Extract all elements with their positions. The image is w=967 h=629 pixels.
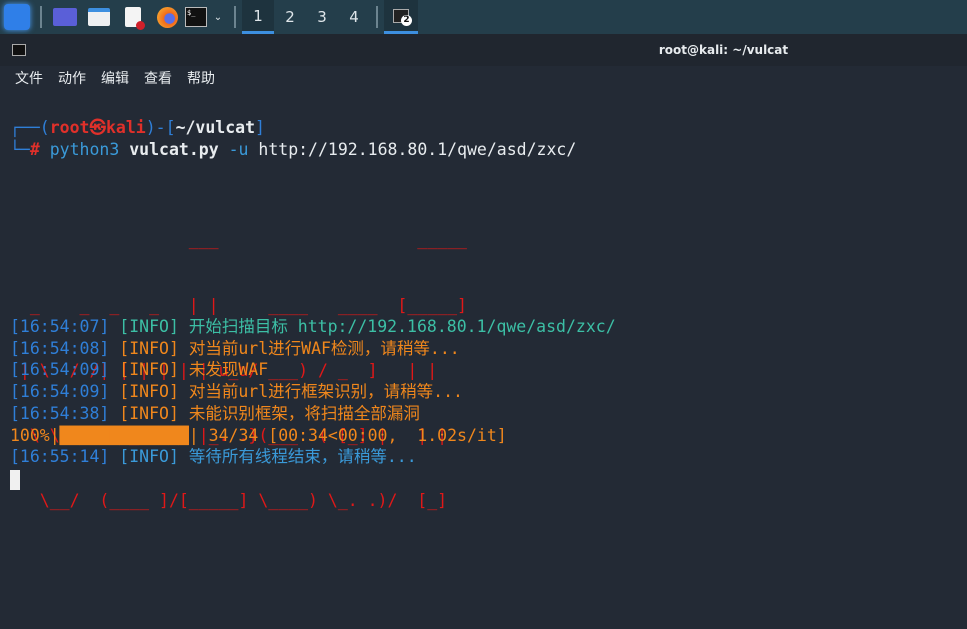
log-line: [16:54:08] [INFO] 对当前url进行WAF检测，请稍等... [10, 338, 460, 360]
log-message: 对当前url进行WAF检测，请稍等... [188, 338, 460, 358]
command: python3 [49, 140, 120, 159]
ascii-row: ___ _____ [10, 230, 467, 250]
workspace-4[interactable]: 4 [338, 0, 370, 34]
kali-menu-button[interactable] [0, 0, 34, 34]
text-editor-icon [125, 7, 145, 30]
prompt-dir: ~/vulcat [175, 118, 256, 137]
log-time: [16:54:09] [10, 382, 110, 402]
terminal-icon: $_ [185, 7, 207, 27]
progress-bar: █████████████ [59, 425, 189, 445]
prompt-line-2: └─# python3 vulcat.py -u http://192.168.… [10, 140, 577, 159]
separator [376, 6, 378, 28]
log-message: 未能识别框架，将扫描全部漏洞 [188, 403, 420, 423]
log-level: [INFO] [119, 317, 179, 336]
terminal-dropdown-chevron-icon[interactable]: ⌄ [208, 0, 228, 34]
menu-file[interactable]: 文件 [15, 66, 43, 92]
menu-bar: 文件 动作 编辑 查看 帮助 [0, 66, 967, 92]
progress-line: 100%|█████████████| 34/34 [00:34<00:00, … [10, 425, 507, 447]
text-editor-button[interactable] [116, 0, 150, 34]
window-titlebar: root@kali: ~/vulcat [0, 34, 967, 66]
log-message: 未发现WAF [188, 360, 269, 380]
log-line: [16:54:09] [INFO] 未发现WAF [10, 359, 268, 381]
show-desktop-button[interactable] [48, 0, 82, 34]
log-line: [16:54:09] [INFO] 对当前url进行框架识别，请稍等... [10, 381, 463, 403]
log-line: [16:55:14] [INFO] 等待所有线程结束，请稍等... [10, 446, 417, 468]
terminal-launcher-button[interactable]: $_ [184, 0, 208, 34]
command-flag: -u [228, 140, 249, 159]
workspace-3[interactable]: 3 [306, 0, 338, 34]
log-level: [INFO] [119, 382, 179, 402]
firefox-icon [156, 6, 178, 28]
log-message: 等待所有线程结束，请稍等... [188, 447, 417, 467]
window-title: root@kali: ~/vulcat [658, 43, 789, 57]
log-line: [16:54:07] [INFO] 开始扫描目标 http://192.168.… [10, 316, 616, 338]
separator [234, 6, 236, 28]
log-time: [16:54:08] [10, 338, 110, 358]
prompt-user: root [49, 118, 90, 137]
log-time: [16:54:38] [10, 403, 110, 423]
taskbar: $_ ⌄ 1 2 3 4 2 [0, 0, 967, 34]
menu-help[interactable]: 帮助 [187, 66, 215, 92]
progress-stats: | 34/34 [00:34<00:00, 1.02s/it] [188, 425, 507, 445]
firefox-button[interactable] [150, 0, 184, 34]
log-time: [16:55:14] [10, 447, 110, 467]
menu-action[interactable]: 动作 [58, 66, 86, 92]
ascii-row: _ _ _ _ | | ____ ____ [_____] [10, 295, 467, 315]
prompt-host: kali [106, 118, 146, 137]
menu-view[interactable]: 查看 [144, 66, 172, 92]
file-manager-button[interactable] [82, 0, 116, 34]
command-url: http://192.168.80.1/qwe/asd/zxc/ [258, 140, 577, 159]
terminal-output[interactable]: ┌──(root㉿kali)-[~/vulcat] └─# python3 vu… [0, 92, 967, 629]
taskbar-terminal-window[interactable]: 2 [384, 0, 418, 34]
command-script: vulcat.py [129, 140, 219, 159]
log-line: [16:54:38] [INFO] 未能识别框架，将扫描全部漏洞 [10, 403, 420, 425]
log-message: 开始扫描目标 http://192.168.80.1/qwe/asd/zxc/ [188, 317, 616, 336]
kali-dragon-icon [4, 4, 30, 30]
ascii-row: \__/ (____ ]/[_____] \____) \_. .)/ [_] [10, 490, 448, 510]
folder-icon [88, 8, 110, 26]
log-message: 对当前url进行框架识别，请稍等... [188, 382, 463, 402]
menu-edit[interactable]: 编辑 [101, 66, 129, 92]
separator [40, 6, 42, 28]
terminal-cursor [10, 470, 20, 490]
log-time: [16:54:09] [10, 360, 110, 380]
prompt-line-1: ┌──(root㉿kali)-[~/vulcat] [10, 118, 265, 137]
workspace-2[interactable]: 2 [274, 0, 306, 34]
log-time: [16:54:07] [10, 317, 110, 336]
desktop-icon [53, 8, 77, 26]
log-level: [INFO] [119, 338, 179, 358]
prompt-at: ㉿ [89, 118, 107, 137]
log-level: [INFO] [119, 360, 179, 380]
log-level: [INFO] [119, 403, 179, 423]
progress-percent: 100%| [10, 425, 60, 445]
window-count-badge: 2 [401, 15, 412, 26]
log-level: [INFO] [119, 447, 179, 467]
workspace-1[interactable]: 1 [242, 0, 274, 34]
prompt-hash: # [29, 140, 40, 159]
